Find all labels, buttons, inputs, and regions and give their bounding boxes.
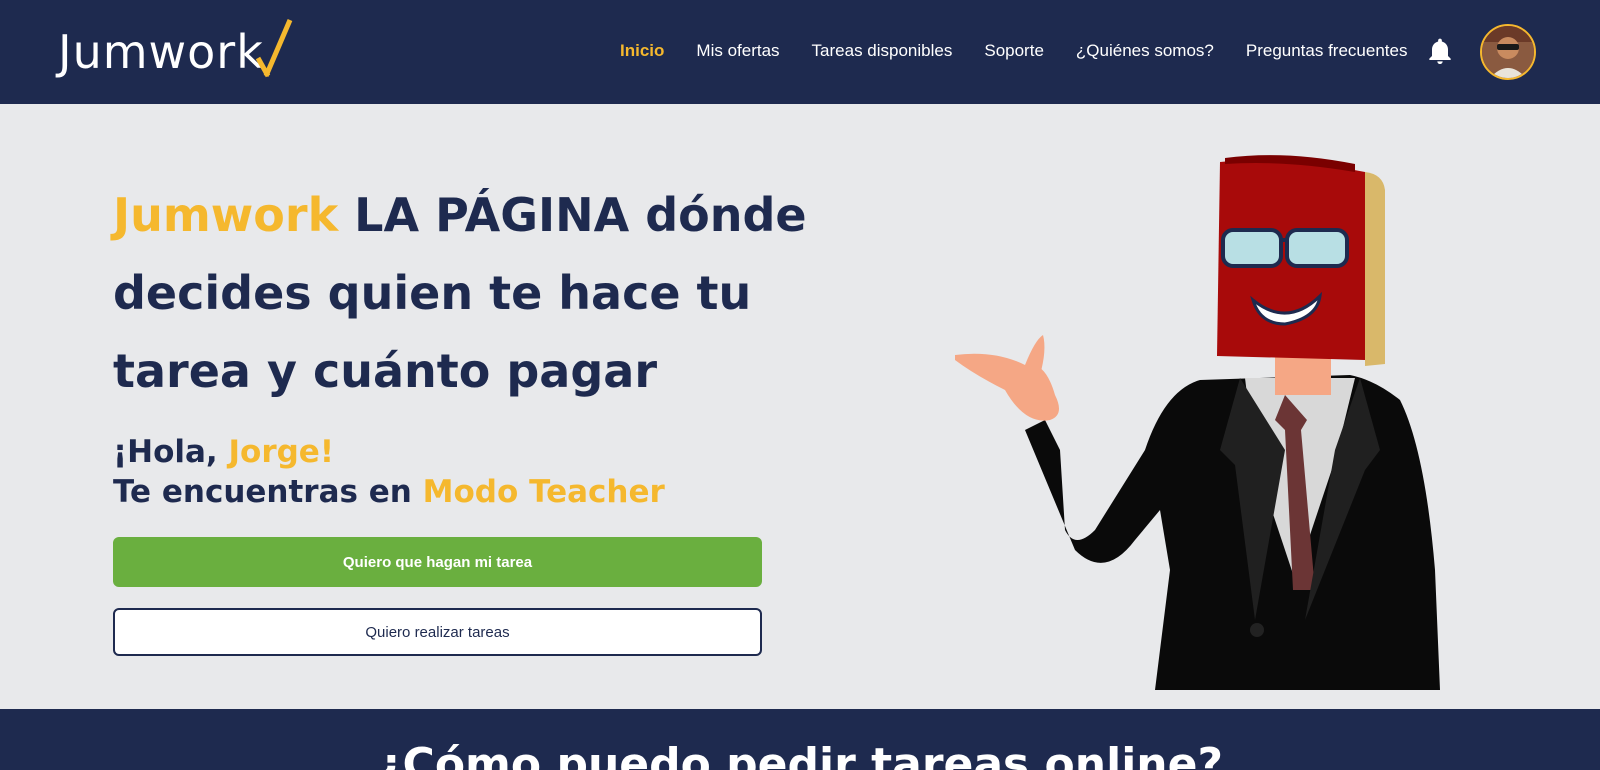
top-navbar: Jumwork Inicio Mis ofertas Tareas dispon… (0, 0, 1600, 104)
request-homework-button[interactable]: Quiero que hagan mi tarea (113, 537, 762, 587)
mode-prefix: Te encuentras en (113, 474, 423, 510)
do-homework-button[interactable]: Quiero realizar tareas (113, 608, 762, 656)
nav-quienes-somos[interactable]: ¿Quiénes somos? (1076, 38, 1214, 64)
nav-soporte[interactable]: Soporte (984, 38, 1044, 64)
nav-preguntas-frecuentes[interactable]: Preguntas frecuentes (1246, 38, 1408, 64)
bell-icon[interactable] (1424, 36, 1456, 68)
mode-name: Modo Teacher (422, 474, 665, 510)
user-name: Jorge! (228, 434, 334, 470)
hero-title: Jumwork LA PÁGINA dónde decides quien te… (113, 176, 813, 410)
logo-check-mark (255, 19, 293, 78)
nav-mis-ofertas[interactable]: Mis ofertas (696, 38, 779, 64)
greeting-line: ¡Hola, Jorge! (113, 432, 813, 472)
book-head-mascot-illustration (955, 155, 1440, 690)
mode-line: Te encuentras en Modo Teacher (113, 472, 813, 512)
greeting-block: ¡Hola, Jorge! Te encuentras en Modo Teac… (113, 432, 813, 512)
hero-brand-word: Jumwork (113, 188, 339, 242)
main-nav: Inicio Mis ofertas Tareas disponibles So… (620, 38, 1439, 64)
how-to-section: ¿Cómo puedo pedir tareas online? (0, 709, 1600, 770)
greeting-prefix: ¡Hola, (113, 434, 229, 470)
jumwork-logo[interactable]: Jumwork (58, 19, 293, 80)
nav-inicio[interactable]: Inicio (620, 38, 664, 64)
section-title: ¿Cómo puedo pedir tareas online? (377, 739, 1223, 770)
user-avatar[interactable] (1480, 24, 1536, 80)
nav-tareas-disponibles[interactable]: Tareas disponibles (812, 38, 953, 64)
